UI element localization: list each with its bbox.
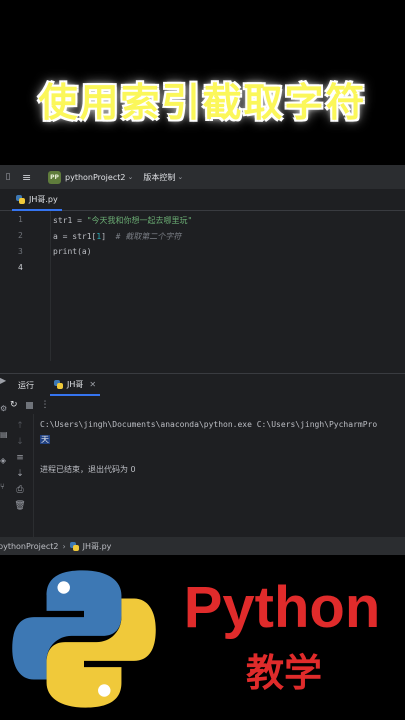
arrow-down-icon[interactable]: ↓ [14, 436, 26, 448]
run-tool-icon[interactable]: ▶ [0, 376, 6, 385]
run-config-tab[interactable]: JH哥 ✕ [50, 374, 101, 396]
terminal-tool-icon[interactable]: ▤ [0, 430, 8, 439]
run-tab-label: JH哥 [67, 379, 84, 389]
line-number: 3 [18, 247, 23, 256]
code-line-1[interactable]: str1 = "今天我和你想一起去哪里玩" [53, 215, 192, 226]
chevron-down-icon[interactable]: ⌄ [177, 173, 183, 181]
debug-tool-icon[interactable]: ⚙ [0, 404, 7, 413]
code-token: print(a) [53, 247, 92, 256]
code-token: str1 = [53, 216, 87, 225]
project-selector[interactable]: pythonProject2 [65, 173, 125, 182]
top-banner: 使用索引截取字符 [0, 0, 405, 165]
ide-window: ▯ ≡ PP pythonProject2 ⌄ 版本控制 ⌄ JH哥.py 1 … [0, 165, 405, 555]
python-file-icon [16, 194, 25, 204]
project-badge-icon[interactable]: PP [48, 170, 61, 184]
line-number: 4 [18, 263, 23, 272]
run-panel: 运行 JH哥 ✕ ↻ ⋮ ↑ ↓ ≡ ⇣ ⎙ 🗑 ▶ ⚙ ▤ ◈ ⑂ C:\Us… [0, 373, 405, 555]
console-command-line: C:\Users\jingh\Documents\anaconda\python… [40, 420, 378, 429]
status-bar: pythonProject2 › JH哥.py [0, 537, 405, 555]
scroll-to-end-icon[interactable]: ⇣ [14, 468, 26, 480]
file-tab-label: JH哥.py [29, 194, 58, 204]
rerun-icon[interactable]: ↻ [10, 400, 18, 410]
run-panel-label: 运行 [18, 380, 34, 390]
editor-tab-bar: JH哥.py [0, 189, 405, 211]
ide-top-bar: ▯ ≡ PP pythonProject2 ⌄ 版本控制 ⌄ [0, 165, 405, 189]
chevron-right-icon: › [62, 541, 66, 551]
problems-tool-icon[interactable]: ◈ [0, 456, 6, 465]
selected-output-text: 天 [40, 435, 50, 444]
brand-title: Python [183, 575, 381, 640]
vcs-menu[interactable]: 版本控制 [143, 172, 175, 183]
banner-title: 使用索引截取字符 [38, 81, 367, 126]
editor-file-tab[interactable]: JH哥.py [12, 189, 62, 211]
code-token: a = str1[ [53, 232, 97, 241]
arrow-up-icon[interactable]: ↑ [14, 420, 26, 432]
breadcrumb-file[interactable]: JH哥.py [83, 541, 112, 552]
console-output-line[interactable]: 天 [40, 434, 50, 445]
code-line-2[interactable]: a = str1[1] # 截取第二个字符 [53, 231, 181, 242]
gutter-separator [50, 211, 51, 361]
bottom-branding: Python 教学 [0, 555, 405, 720]
python-file-icon [69, 541, 79, 551]
print-icon[interactable]: ⎙ [14, 484, 26, 496]
string-literal: "今天我和你想一起去哪里玩" [86, 216, 193, 225]
stop-icon[interactable] [25, 401, 33, 409]
chevron-down-icon[interactable]: ⌄ [127, 173, 133, 181]
more-options-icon[interactable]: ⋮ [41, 400, 50, 410]
console-exit-line: 进程已结束，退出代码为 0 [40, 465, 136, 474]
close-icon[interactable]: ✕ [89, 380, 96, 389]
line-number: 2 [18, 231, 23, 240]
code-token: ] [101, 232, 116, 241]
code-line-3[interactable]: print(a) [53, 247, 92, 256]
python-file-icon [54, 379, 63, 389]
sidebar-toggle-icon[interactable]: ▯ [2, 172, 14, 182]
soft-wrap-icon[interactable]: ≡ [14, 452, 26, 464]
line-number: 1 [18, 215, 23, 224]
run-toolbar: ↻ ⋮ [10, 400, 50, 410]
version-control-tool-icon[interactable]: ⑂ [0, 482, 6, 491]
python-logo-icon [12, 570, 156, 708]
breadcrumb-project[interactable]: pythonProject2 [0, 542, 58, 551]
main-menu-icon[interactable]: ≡ [22, 171, 36, 184]
brand-subtitle: 教学 [245, 651, 322, 695]
trash-icon[interactable]: 🗑 [14, 500, 26, 512]
code-comment: # 截取第二个字符 [115, 232, 182, 241]
run-panel-header: 运行 JH哥 ✕ [0, 374, 405, 396]
line-number-gutter: 1 2 3 4 [0, 211, 44, 361]
